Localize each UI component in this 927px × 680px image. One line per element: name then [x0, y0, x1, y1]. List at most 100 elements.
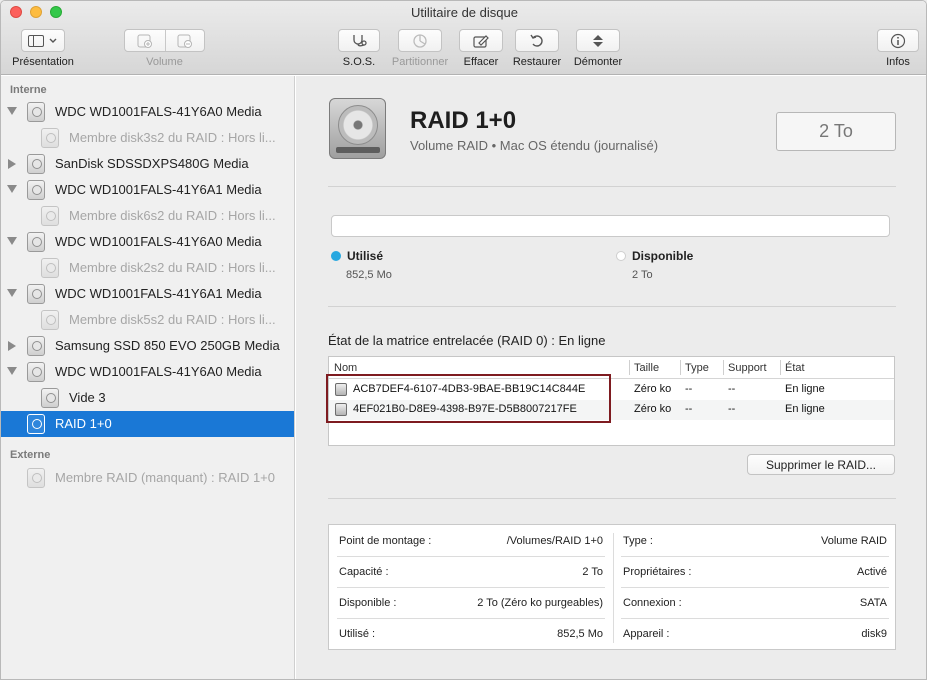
- info-key: Point de montage :: [339, 535, 432, 547]
- highlight-box: [326, 374, 611, 423]
- disk-icon: [27, 284, 45, 304]
- sidebar-item-label: Membre disk3s2 du RAID : Hors li...: [69, 130, 276, 145]
- used-color-dot: [331, 251, 341, 261]
- sidebar-item-label: WDC WD1001FALS-41Y6A0 Media: [55, 234, 262, 249]
- member-type: --: [685, 403, 693, 415]
- info-key: Connexion :: [623, 597, 682, 609]
- info-value: /Volumes/RAID 1+0: [506, 535, 603, 547]
- info-capacity: Capacité : 2 To: [329, 556, 613, 587]
- internal-section-header: Interne: [10, 84, 47, 96]
- erase-button[interactable]: [459, 29, 503, 52]
- sidebar-item[interactable]: WDC WD1001FALS-41Y6A0 Media: [1, 229, 294, 255]
- restore-label: Restaurer: [512, 56, 562, 68]
- info-key: Propriétaires :: [623, 566, 692, 578]
- unmount-label: Démonter: [573, 56, 623, 68]
- sidebar-item[interactable]: Membre disk5s2 du RAID : Hors li...: [1, 307, 294, 333]
- disclosure-triangle-down-icon[interactable]: [7, 107, 17, 115]
- info-row-divider: [337, 587, 605, 588]
- info-value: SATA: [859, 597, 887, 609]
- erase-icon: [473, 34, 489, 48]
- member-state: En ligne: [785, 383, 825, 395]
- presentation-button[interactable]: [21, 29, 65, 52]
- info-row-divider: [621, 618, 889, 619]
- sidebar-item[interactable]: Membre disk3s2 du RAID : Hors li...: [1, 125, 294, 151]
- used-legend: Utilisé: [331, 249, 383, 263]
- unmount-button[interactable]: [576, 29, 620, 52]
- first-aid-label: S.O.S.: [342, 56, 376, 68]
- raid-volume-icon: [329, 98, 386, 159]
- info-key: Utilisé :: [339, 628, 376, 640]
- sidebar-item[interactable]: WDC WD1001FALS-41Y6A0 Media: [1, 359, 294, 385]
- toolbar: Utilitaire de disque Présentation Volume…: [1, 1, 926, 75]
- info-row-divider: [621, 556, 889, 557]
- pie-partition-icon: [413, 33, 427, 48]
- remove-raid-button[interactable]: Supprimer le RAID...: [747, 454, 895, 475]
- column-header-size[interactable]: Taille: [629, 357, 680, 378]
- sidebar-item[interactable]: SanDisk SDSSDXPS480G Media: [1, 151, 294, 177]
- sidebar-item[interactable]: WDC WD1001FALS-41Y6A1 Media: [1, 281, 294, 307]
- member-state: En ligne: [785, 403, 825, 415]
- sidebar-item-label: Membre RAID (manquant) : RAID 1+0: [55, 470, 275, 485]
- external-section-header: Externe: [10, 449, 51, 461]
- member-type: --: [685, 383, 693, 395]
- info-owners: Propriétaires : Activé: [613, 556, 897, 587]
- sidebar-item[interactable]: Samsung SSD 850 EVO 250GB Media: [1, 333, 294, 359]
- disk-icon: [27, 414, 45, 434]
- info-row-divider: [621, 587, 889, 588]
- sidebar-item[interactable]: WDC WD1001FALS-41Y6A1 Media: [1, 177, 294, 203]
- column-header-state[interactable]: État: [780, 357, 890, 378]
- info-type: Type : Volume RAID: [613, 525, 897, 556]
- column-header-support[interactable]: Support: [723, 357, 780, 378]
- divider: [328, 306, 896, 307]
- sidebar-item[interactable]: Membre disk6s2 du RAID : Hors li...: [1, 203, 294, 229]
- sidebar-item-label: Membre disk5s2 du RAID : Hors li...: [69, 312, 276, 327]
- sidebar-item-label: WDC WD1001FALS-41Y6A1 Media: [55, 286, 262, 301]
- disk-icon: [27, 154, 45, 174]
- main-panel: RAID 1+0 Volume RAID • Mac OS étendu (jo…: [296, 76, 926, 679]
- member-size: Zéro ko: [634, 383, 672, 395]
- raid-status-text: État de la matrice entrelacée (RAID 0) :…: [328, 333, 606, 348]
- info-button[interactable]: [877, 29, 919, 52]
- volume-label: Volume: [146, 56, 183, 68]
- volume-segmented-control[interactable]: [124, 29, 205, 52]
- add-volume-icon: [137, 34, 152, 48]
- disclosure-triangle-down-icon[interactable]: [7, 289, 17, 297]
- partition-label: Partitionner: [391, 56, 449, 68]
- member-support: --: [728, 383, 736, 395]
- info-row-divider: [337, 618, 605, 619]
- info-key: Disponible :: [339, 597, 397, 609]
- disk-icon: [27, 362, 45, 382]
- sidebar-view-icon: [28, 34, 44, 47]
- disclosure-triangle-down-icon[interactable]: [7, 367, 17, 375]
- info-available: Disponible : 2 To (Zéro ko purgeables): [329, 587, 613, 618]
- sidebar-item-label: WDC WD1001FALS-41Y6A0 Media: [55, 104, 262, 119]
- column-header-type[interactable]: Type: [680, 357, 723, 378]
- first-aid-button[interactable]: [338, 29, 380, 52]
- info-value: 2 To: [582, 566, 603, 578]
- disclosure-triangle-down-icon[interactable]: [7, 237, 17, 245]
- disk-icon: [27, 232, 45, 252]
- info-connection: Connexion : SATA: [613, 587, 897, 618]
- disk-icon: [27, 102, 45, 122]
- disclosure-triangle-down-icon[interactable]: [7, 185, 17, 193]
- available-value: 2 To: [632, 269, 653, 281]
- sidebar-item[interactable]: RAID 1+0: [1, 411, 294, 437]
- sidebar-item-external-raid-member[interactable]: Membre RAID (manquant) : RAID 1+0: [1, 465, 294, 491]
- sidebar-item[interactable]: WDC WD1001FALS-41Y6A0 Media: [1, 99, 294, 125]
- disk-icon: [27, 180, 45, 200]
- sidebar-item[interactable]: Vide 3: [1, 385, 294, 411]
- disk-icon: [41, 128, 59, 148]
- usage-bar: [331, 215, 890, 237]
- used-value: 852,5 Mo: [346, 269, 392, 281]
- sidebar-item[interactable]: Membre disk2s2 du RAID : Hors li...: [1, 255, 294, 281]
- disclosure-triangle-right-icon[interactable]: [8, 341, 16, 351]
- disk-icon: [41, 310, 59, 330]
- disclosure-triangle-right-icon[interactable]: [8, 159, 16, 169]
- stethoscope-icon: [353, 34, 367, 46]
- remove-volume-icon: [177, 34, 192, 48]
- restore-button[interactable]: [515, 29, 559, 52]
- segment-divider: [165, 30, 166, 51]
- partition-button[interactable]: [398, 29, 442, 52]
- presentation-label: Présentation: [12, 56, 74, 68]
- sidebar-item-label: WDC WD1001FALS-41Y6A1 Media: [55, 182, 262, 197]
